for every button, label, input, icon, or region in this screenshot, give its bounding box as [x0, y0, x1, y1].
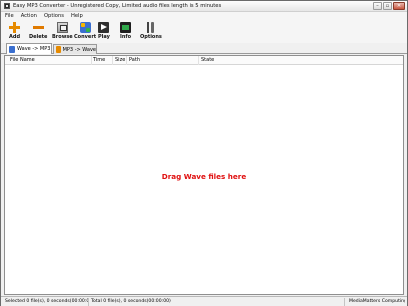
- drag-drop-hint: Drag Wave files here: [161, 172, 247, 181]
- restore-icon[interactable]: ▫: [383, 2, 392, 10]
- wave-to-mp3-icon: [9, 45, 15, 53]
- menu-bar: File Action Options Help: [1, 12, 407, 21]
- window-controls: – ▫ ✕: [373, 2, 405, 10]
- browse-label: Browse: [52, 34, 73, 40]
- file-list[interactable]: File Name Time Size Path State Drag Wave…: [4, 55, 404, 295]
- column-size[interactable]: Size: [113, 56, 127, 65]
- menu-options[interactable]: Options: [44, 12, 64, 21]
- tab-wave-to-mp3[interactable]: Wave -> MP3: [6, 43, 52, 54]
- close-icon[interactable]: ✕: [393, 2, 405, 10]
- play-label: Play: [98, 34, 110, 40]
- status-vendor: MediaMatters Computing: [349, 299, 405, 304]
- status-bar: Selected 0 file(s), 0 seconds(00:00:00) …: [1, 296, 407, 306]
- options-icon: [145, 22, 156, 33]
- menu-action[interactable]: Action: [21, 12, 37, 21]
- tab-strip: Wave -> MP3 MP3 -> Wave: [1, 43, 407, 54]
- column-header: File Name Time Size Path State: [5, 56, 403, 65]
- column-time[interactable]: Time: [91, 56, 113, 65]
- browse-button[interactable]: Browse: [52, 22, 73, 42]
- window-title: Easy MP3 Converter - Unregistered Copy, …: [13, 3, 222, 9]
- delete-button[interactable]: Delete: [29, 22, 47, 42]
- app-window: Easy MP3 Converter - Unregistered Copy, …: [0, 0, 408, 306]
- browse-icon: [56, 22, 68, 33]
- column-path[interactable]: Path: [127, 56, 199, 65]
- play-icon: [98, 22, 110, 33]
- add-button[interactable]: Add: [9, 22, 20, 42]
- add-label: Add: [9, 34, 21, 40]
- delete-icon: [32, 22, 44, 33]
- info-label: Info: [120, 34, 132, 40]
- info-icon: [120, 22, 132, 33]
- tab-mp3-to-wave[interactable]: MP3 -> Wave: [53, 44, 97, 54]
- convert-label: Convert: [74, 34, 97, 40]
- tab-label: Wave -> MP3: [17, 46, 51, 52]
- column-file-name[interactable]: File Name: [8, 56, 92, 65]
- status-selected: Selected 0 file(s), 0 seconds(00:00:00): [5, 298, 89, 306]
- title-bar[interactable]: Easy MP3 Converter - Unregistered Copy, …: [1, 1, 407, 12]
- column-state[interactable]: State: [199, 56, 239, 65]
- mp3-to-wave-icon: [56, 46, 61, 53]
- menu-file[interactable]: File: [5, 12, 14, 21]
- convert-button[interactable]: Convert: [74, 22, 96, 42]
- play-button[interactable]: Play: [98, 22, 110, 42]
- toolbar: Add Delete Browse Convert Play Info Opti…: [1, 21, 407, 43]
- add-icon: [9, 22, 21, 33]
- options-label: Options: [140, 34, 162, 40]
- delete-label: Delete: [29, 34, 48, 40]
- minimize-icon[interactable]: –: [373, 2, 382, 10]
- options-button[interactable]: Options: [140, 22, 162, 42]
- status-total: Total 0 file(s), 0 seconds(00:00:00): [89, 298, 345, 306]
- convert-icon: [79, 22, 91, 33]
- menu-help[interactable]: Help: [71, 12, 83, 21]
- app-icon: [4, 3, 10, 9]
- info-button[interactable]: Info: [120, 22, 131, 42]
- tab-label: MP3 -> Wave: [62, 46, 96, 53]
